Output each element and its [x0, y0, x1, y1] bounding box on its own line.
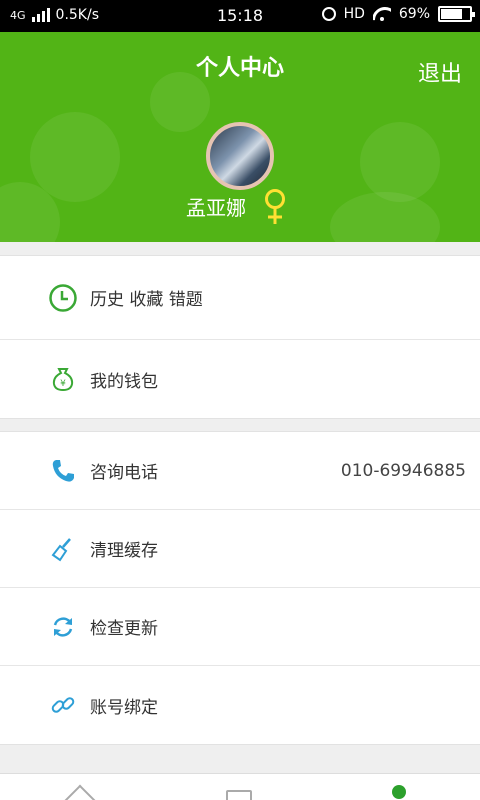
menu-item-history[interactable]: 历史 收藏 错题	[0, 256, 480, 340]
profile-tab-icon[interactable]	[392, 785, 406, 799]
brush-icon	[48, 534, 78, 564]
menu-item-label: 检查更新	[90, 619, 158, 639]
menu-item-hotline[interactable]: 咨询电话 010-69946885	[0, 432, 480, 510]
menu-item-label: 咨询电话	[90, 463, 158, 483]
username: 孟亚娜	[186, 196, 246, 220]
hd-indicator: HD	[343, 6, 365, 22]
menu-item-wallet[interactable]: ¥ 我的钱包	[0, 340, 480, 418]
wifi-icon	[373, 7, 391, 21]
profile-header: 个人中心 退出 孟亚娜	[0, 32, 480, 242]
menu-item-check-update[interactable]: 检查更新	[0, 588, 480, 666]
menu-item-label: 我的钱包	[90, 371, 158, 392]
status-bar: 4G 0.5K/s 15:18 HD 69%	[0, 0, 480, 32]
menu-group-primary: 历史 收藏 错题 ¥ 我的钱包	[0, 255, 480, 419]
bottom-nav	[0, 773, 480, 800]
hotline-number[interactable]: 010-69946885	[341, 461, 466, 481]
battery-percent: 69%	[398, 6, 430, 22]
background-decoration	[330, 192, 440, 242]
battery-icon	[438, 6, 475, 22]
logout-button[interactable]: 退出	[418, 56, 462, 88]
svg-text:¥: ¥	[60, 379, 66, 389]
status-right: HD 69%	[321, 6, 475, 22]
menu-item-clear-cache[interactable]: 清理缓存	[0, 510, 480, 588]
avatar[interactable]	[206, 122, 274, 190]
refresh-icon	[48, 612, 78, 642]
alarm-icon	[321, 7, 336, 21]
phone-icon	[48, 456, 78, 486]
menu-item-label: 账号绑定	[90, 697, 158, 718]
menu-item-label: 清理缓存	[90, 541, 158, 561]
menu-item-account-binding[interactable]: 账号绑定	[0, 666, 480, 744]
menu-group-secondary: 咨询电话 010-69946885 清理缓存 检查更新 账号绑定	[0, 431, 480, 745]
money-bag-icon: ¥	[48, 364, 78, 394]
home-icon[interactable]	[61, 784, 99, 800]
menu-item-label: 历史 收藏 错题	[90, 290, 203, 310]
clock-icon	[48, 283, 78, 313]
page-title: 个人中心	[195, 56, 284, 81]
book-icon[interactable]	[226, 790, 252, 800]
link-icon	[48, 690, 78, 720]
female-symbol-icon	[265, 189, 285, 224]
background-decoration	[360, 122, 440, 202]
background-decoration	[30, 112, 120, 202]
